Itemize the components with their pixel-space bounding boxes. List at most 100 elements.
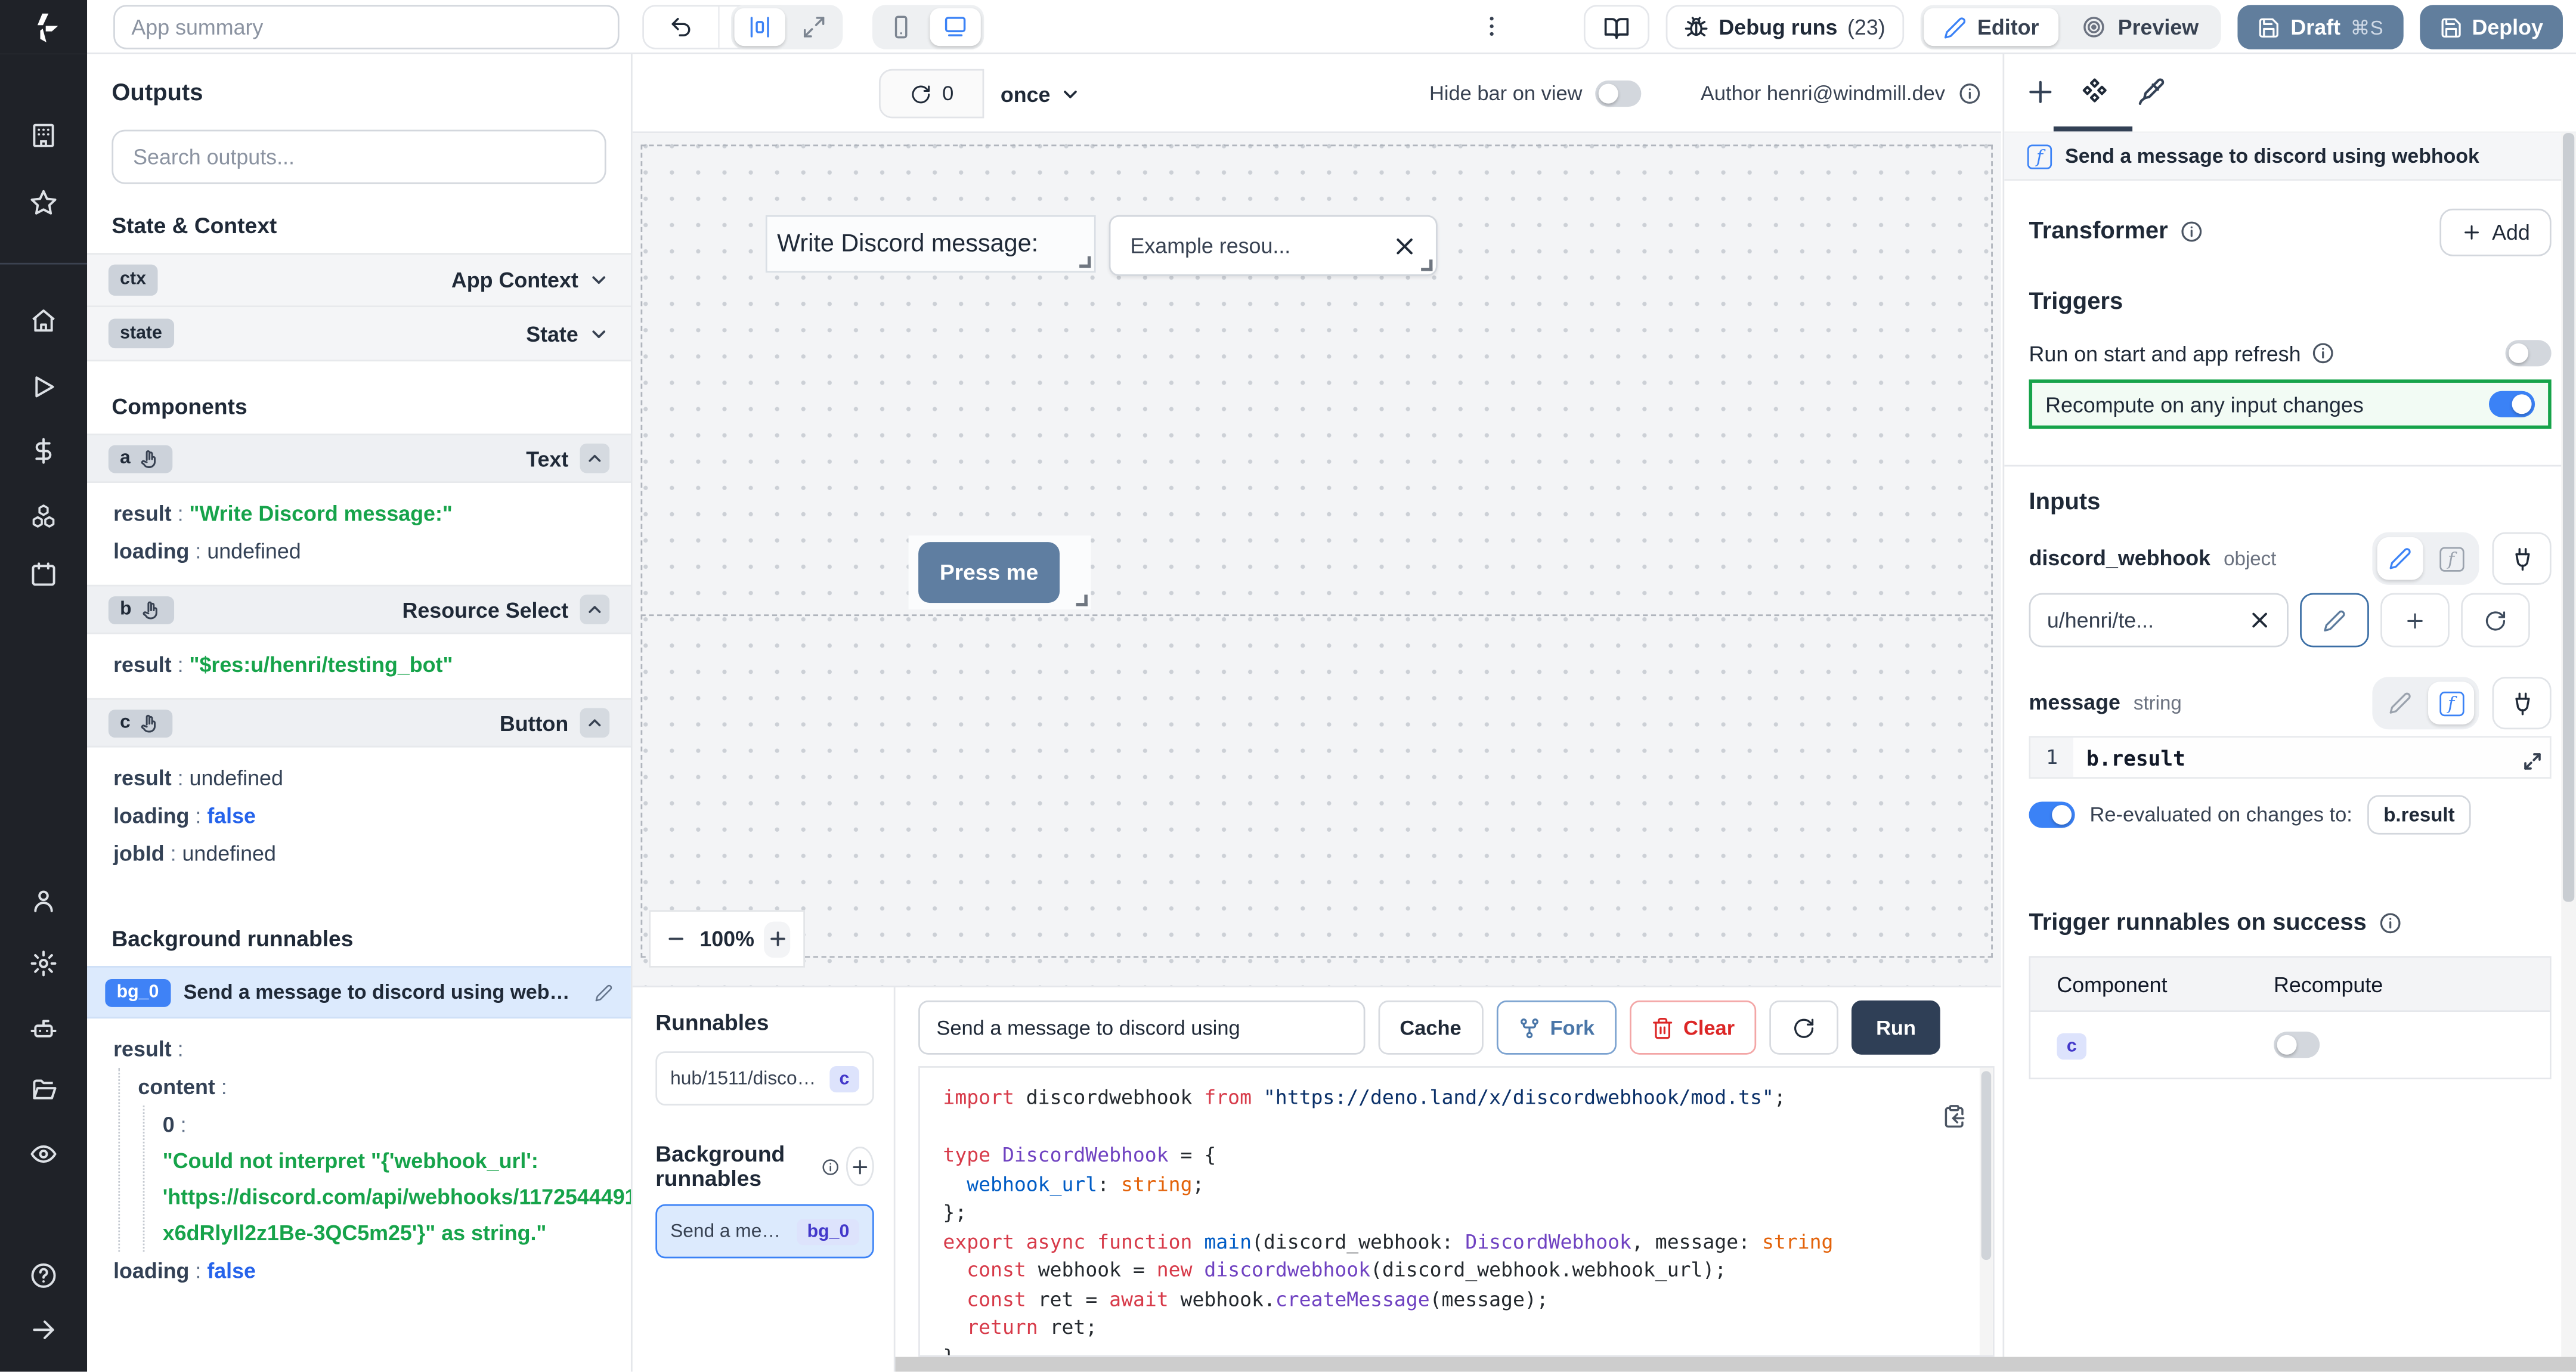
workers-robot-icon[interactable] xyxy=(30,1015,58,1043)
row-recompute-toggle[interactable] xyxy=(2274,1032,2320,1058)
app-summary-input[interactable] xyxy=(113,5,620,49)
debug-runs-button[interactable]: Debug runs (23) xyxy=(1666,5,1903,49)
workspace-icon[interactable] xyxy=(30,122,58,150)
eval-mode-button[interactable]: f xyxy=(2428,682,2474,724)
component-b-props: result"$res:u/henri/testing_bot" xyxy=(87,634,631,698)
press-me-button[interactable]: Press me xyxy=(918,542,1060,603)
audit-eye-icon[interactable] xyxy=(30,1140,58,1168)
component-b-id: b xyxy=(120,600,131,620)
frequency-dropdown[interactable]: once xyxy=(1001,69,1082,119)
component-b-header[interactable]: b Resource Select xyxy=(87,585,631,634)
mobile-view-button[interactable] xyxy=(875,8,926,46)
undo-button[interactable] xyxy=(644,7,718,48)
app-canvas[interactable]: Write Discord message: Example resou... … xyxy=(633,133,2001,986)
run-button[interactable]: Run xyxy=(1852,1001,1941,1055)
state-row[interactable]: state State xyxy=(87,307,631,361)
info-icon[interactable] xyxy=(2311,342,2334,365)
text-component[interactable]: Write Discord message: xyxy=(766,215,1096,272)
folders-icon[interactable] xyxy=(30,1076,58,1104)
tab-preview[interactable]: Preview xyxy=(2062,8,2218,46)
resource-select-component[interactable]: Example resou... xyxy=(1109,215,1438,276)
cache-button[interactable]: Cache xyxy=(1379,1001,1483,1055)
runs-play-icon[interactable] xyxy=(30,373,58,401)
settings-gear-icon[interactable] xyxy=(30,949,58,977)
fullwidth-layout-button[interactable] xyxy=(788,8,839,46)
connect-plug-button[interactable] xyxy=(2492,532,2551,585)
static-edit-pencil-button[interactable] xyxy=(2377,537,2423,580)
run-on-start-toggle[interactable] xyxy=(2506,340,2552,366)
horizontal-scrollbar[interactable] xyxy=(896,1357,2576,1372)
connect-plug-button[interactable] xyxy=(2492,677,2551,729)
resize-handle[interactable] xyxy=(1421,259,1432,271)
refresh-resources-button[interactable] xyxy=(2461,593,2530,648)
bg0-row[interactable]: bg_0 Send a message to discord using web… xyxy=(87,966,631,1018)
top-bar: Debug runs (23) Editor Preview Draft⌘S D… xyxy=(0,0,2576,54)
variables-dollar-icon[interactable] xyxy=(30,437,58,465)
fork-button[interactable]: Fork xyxy=(1496,1001,1616,1055)
schedules-calendar-icon[interactable] xyxy=(30,560,58,588)
tab-insert-plus-icon[interactable] xyxy=(2026,77,2055,107)
static-edit-pencil-button[interactable] xyxy=(2377,682,2423,724)
git-fork-icon xyxy=(1517,1016,1540,1039)
code-vertical-scrollbar[interactable] xyxy=(1980,1068,1993,1355)
draft-button[interactable]: Draft⌘S xyxy=(2238,5,2403,49)
deploy-button[interactable]: Deploy xyxy=(2419,5,2563,49)
runnable-item[interactable]: hub/1511/discord/se... c xyxy=(655,1051,874,1105)
centered-layout-button[interactable] xyxy=(735,8,785,46)
info-icon[interactable] xyxy=(1958,82,1981,106)
add-transformer-button[interactable]: Add xyxy=(2439,208,2552,256)
expression-code[interactable]: b.result xyxy=(2073,738,2550,777)
code-editor[interactable]: import discordwebhook from "https://deno… xyxy=(918,1066,1995,1357)
ctx-row[interactable]: ctx App Context xyxy=(87,253,631,307)
tab-editor[interactable]: Editor xyxy=(1923,8,2058,46)
collapse-chevron-up-icon[interactable] xyxy=(580,708,610,738)
tab-styling-brush-icon[interactable] xyxy=(2136,77,2166,107)
favorites-star-icon[interactable] xyxy=(30,189,58,217)
info-icon[interactable] xyxy=(2179,220,2203,243)
reeval-dependency-chip[interactable]: b.result xyxy=(2367,795,2472,834)
message-expression-editor[interactable]: 1 b.result xyxy=(2029,736,2552,779)
bg-runnable-item-selected[interactable]: Send a message... bg_0 xyxy=(655,1204,874,1258)
edit-pencil-icon[interactable] xyxy=(595,983,612,1001)
script-name-input[interactable] xyxy=(918,1001,1365,1055)
search-outputs-input[interactable] xyxy=(112,130,606,184)
tab-component-settings-icon[interactable] xyxy=(2080,77,2110,107)
desktop-view-button[interactable] xyxy=(930,8,980,46)
collapse-chevron-up-icon[interactable] xyxy=(580,444,610,473)
chevron-down-icon[interactable] xyxy=(588,323,609,344)
collapse-arrow-icon[interactable] xyxy=(30,1316,58,1344)
clear-button[interactable]: Clear xyxy=(1629,1001,1756,1055)
help-icon[interactable] xyxy=(30,1262,58,1290)
recompute-toggle[interactable] xyxy=(2489,391,2535,417)
info-icon[interactable] xyxy=(2378,912,2401,935)
component-c-header[interactable]: c Button xyxy=(87,698,631,748)
resize-handle[interactable] xyxy=(1079,256,1091,268)
chevron-down-icon[interactable] xyxy=(588,270,609,291)
eval-mode-button[interactable]: f xyxy=(2428,537,2474,580)
reeval-toggle[interactable] xyxy=(2029,801,2075,828)
right-panel-scrollbar[interactable] xyxy=(2561,133,2576,1357)
refresh-count-button[interactable]: 0 xyxy=(879,69,984,119)
windmill-logo[interactable] xyxy=(0,0,87,54)
component-a-header[interactable]: a Text xyxy=(87,433,631,483)
zoom-out-button[interactable] xyxy=(664,921,690,957)
clear-x-icon[interactable] xyxy=(2249,609,2271,631)
collapse-chevron-up-icon[interactable] xyxy=(580,594,610,624)
home-icon[interactable] xyxy=(30,307,58,335)
component-b-type: Resource Select xyxy=(402,597,569,621)
docs-button[interactable] xyxy=(1584,5,1650,49)
kebab-menu-icon[interactable] xyxy=(1479,13,1505,39)
reload-script-button[interactable] xyxy=(1769,1001,1838,1055)
resource-picker[interactable]: u/henri/te... xyxy=(2029,593,2289,648)
edit-resource-pencil-button[interactable] xyxy=(2300,593,2369,648)
users-icon[interactable] xyxy=(30,887,58,915)
expand-editor-icon[interactable] xyxy=(2522,751,2543,772)
add-bg-runnable-button[interactable] xyxy=(847,1147,874,1186)
copy-code-icon[interactable] xyxy=(1942,1104,1967,1128)
resources-boxes-icon[interactable] xyxy=(30,503,58,531)
hide-bar-toggle[interactable] xyxy=(1596,80,1642,107)
zoom-in-button[interactable] xyxy=(764,921,790,957)
clear-x-icon[interactable] xyxy=(1393,234,1416,258)
resize-handle[interactable] xyxy=(1076,594,1088,606)
create-resource-plus-button[interactable] xyxy=(2380,593,2450,648)
